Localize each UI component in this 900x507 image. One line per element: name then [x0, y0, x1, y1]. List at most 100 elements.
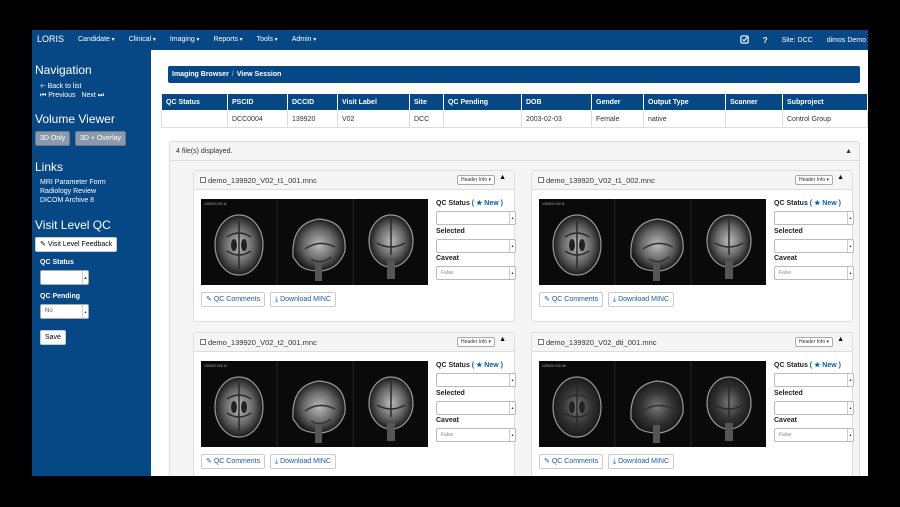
new-badge: ( ★ New )	[471, 362, 503, 369]
download-icon: ⤓	[613, 458, 617, 465]
image-label: 139920.V02.dti	[542, 364, 566, 368]
menu-tools[interactable]: Tools	[257, 36, 278, 43]
col-dccid: DCCID	[287, 93, 338, 111]
breadcrumb: Imaging Browser / View Session	[168, 66, 860, 83]
link-dicom-archive[interactable]: DICOM Archive 8	[40, 197, 94, 204]
file-select-checkbox[interactable]	[200, 339, 206, 345]
col-site: Site	[409, 93, 444, 111]
file-panel-header: demo_139920_V02_t1_002.mnc Header Info ▾…	[532, 171, 852, 190]
qc-status-select[interactable]: ▴	[436, 373, 516, 387]
collapse-icon[interactable]: ▲	[499, 336, 506, 343]
collapse-icon[interactable]: ▲	[837, 336, 844, 343]
collapse-icon[interactable]: ▲	[837, 174, 844, 181]
qc-pending-label: QC Pending	[40, 293, 81, 300]
qc-status-select[interactable]: ▴	[436, 211, 516, 225]
qc-comments-button[interactable]: ✎ QC Comments	[539, 454, 604, 469]
save-button[interactable]: Save	[40, 330, 66, 345]
breadcrumb-imaging-browser[interactable]: Imaging Browser	[172, 71, 229, 78]
user-menu[interactable]: dimos Demo	[827, 37, 866, 44]
qc-comments-button[interactable]: ✎ QC Comments	[201, 454, 266, 469]
cell-site: DCC	[409, 110, 444, 128]
select-arrow-icon: ▴	[509, 402, 515, 414]
arrow-left-icon: 🡠	[40, 83, 46, 90]
cell-dob: 2003-02-03	[521, 110, 592, 128]
qc-comments-button[interactable]: ✎ QC Comments	[201, 292, 266, 307]
pencil-icon: ✎	[40, 241, 46, 248]
next-link[interactable]: Next ⏭	[81, 92, 104, 99]
brand-logo[interactable]: LORIS	[37, 34, 64, 44]
breadcrumb-separator: /	[231, 71, 234, 78]
qc-status-select[interactable]: ▲	[40, 270, 89, 285]
qc-status-label: QC Status ( ★ New )	[774, 200, 841, 207]
3d-only-button[interactable]: 3D Only	[35, 131, 71, 146]
link-radiology-review[interactable]: Radiology Review	[40, 188, 96, 195]
qc-pending-select[interactable]: No ▴	[40, 304, 89, 319]
cell-gender: Female	[591, 110, 644, 128]
selected-select[interactable]: ▴	[774, 401, 854, 415]
cell-subproject: Control Group	[782, 110, 868, 128]
qc-comments-button[interactable]: ✎ QC Comments	[539, 292, 604, 307]
help-icon[interactable]: ?	[763, 36, 768, 45]
qc-status-label: QC Status	[40, 259, 74, 266]
header-info-button[interactable]: Header Info ▾	[456, 337, 495, 347]
image-label: 139920.V02.t1	[204, 202, 227, 206]
selected-select[interactable]: ▴	[436, 401, 516, 415]
collapse-icon[interactable]: ▲	[499, 174, 506, 181]
cell-pscid: DCC0004	[227, 110, 288, 128]
mri-thumbnail[interactable]: 139920.V02.t1	[201, 199, 428, 285]
navigation-heading: Navigation	[35, 63, 92, 77]
qc-status-select[interactable]: ▴	[774, 211, 854, 225]
file-select-checkbox[interactable]	[538, 339, 544, 345]
selected-label: Selected	[774, 390, 803, 397]
link-mri-parameter-form[interactable]: MRI Parameter Form	[40, 179, 106, 186]
file-name: demo_139920_V02_t1_002.mnc	[546, 176, 655, 185]
caveat-select[interactable]: False ▴	[436, 428, 516, 442]
menu-reports[interactable]: Reports	[213, 36, 242, 43]
file-panel-header: demo_139920_V02_t1_001.mnc Header Info ▾…	[194, 171, 514, 190]
download-minc-button[interactable]: ⤓ Download MINC	[608, 454, 675, 469]
new-badge: ( ★ New )	[809, 200, 841, 207]
download-icon: ⤓	[275, 458, 279, 465]
download-minc-button[interactable]: ⤓ Download MINC	[270, 292, 337, 307]
menu-clinical[interactable]: Clinical	[129, 36, 156, 43]
caveat-select[interactable]: False ▴	[436, 266, 516, 280]
select-arrow-icon: ▴	[509, 429, 515, 441]
browser-viewport: LORIS Candidate Clinical Imaging Reports…	[32, 30, 868, 476]
menu-admin[interactable]: Admin	[292, 36, 317, 43]
col-subproject: Subproject	[782, 93, 868, 111]
file-panel-header: demo_139920_V02_dti_001.mnc Header Info …	[532, 333, 852, 352]
col-scanner: Scanner	[725, 93, 783, 111]
file-select-checkbox[interactable]	[538, 177, 544, 183]
navbar-right: ? Site: DCC dimos Demo	[740, 35, 868, 46]
mri-thumbnail[interactable]: 139920.V02.t1	[539, 199, 766, 285]
mri-thumbnail[interactable]: 139920.V02.dti	[539, 361, 766, 447]
visit-feedback-button[interactable]: ✎ Visit Level Feedback	[35, 237, 118, 252]
mri-thumbnail[interactable]: 139920.V02.t2	[201, 361, 428, 447]
3d-overlay-button[interactable]: 3D + Overlay	[75, 131, 127, 146]
checkbox-icon[interactable]	[740, 35, 749, 46]
brain-slices-image	[552, 199, 752, 285]
caveat-select[interactable]: False ▴	[774, 428, 854, 442]
menu-candidate[interactable]: Candidate	[78, 36, 115, 43]
qc-status-select[interactable]: ▴	[774, 373, 854, 387]
top-navbar: LORIS Candidate Clinical Imaging Reports…	[32, 30, 868, 50]
menu-imaging[interactable]: Imaging	[170, 36, 200, 43]
selected-select[interactable]: ▴	[774, 239, 854, 253]
col-dob: DOB	[521, 93, 592, 111]
select-arrow-icon: ▲	[82, 271, 88, 284]
collapse-icon[interactable]: ▲	[845, 142, 852, 161]
header-info-button[interactable]: Header Info ▾	[794, 337, 833, 347]
caveat-select[interactable]: False ▴	[774, 266, 854, 280]
download-minc-button[interactable]: ⤓ Download MINC	[608, 292, 675, 307]
file-select-checkbox[interactable]	[200, 177, 206, 183]
previous-link[interactable]: ⏮ Previous	[40, 92, 76, 99]
qc-status-label: QC Status ( ★ New )	[774, 362, 841, 369]
visit-qc-heading: Visit Level QC	[35, 218, 111, 232]
new-badge: ( ★ New )	[809, 362, 841, 369]
header-info-button[interactable]: Header Info ▾	[794, 175, 833, 185]
selected-select[interactable]: ▴	[436, 239, 516, 253]
session-info-table: QC Status PSCID DCCID Visit Label Site Q…	[161, 93, 868, 128]
download-minc-button[interactable]: ⤓ Download MINC	[270, 454, 337, 469]
files-panel-header[interactable]: 4 file(s) displayed. ▲	[170, 142, 859, 161]
header-info-button[interactable]: Header Info ▾	[456, 175, 495, 185]
